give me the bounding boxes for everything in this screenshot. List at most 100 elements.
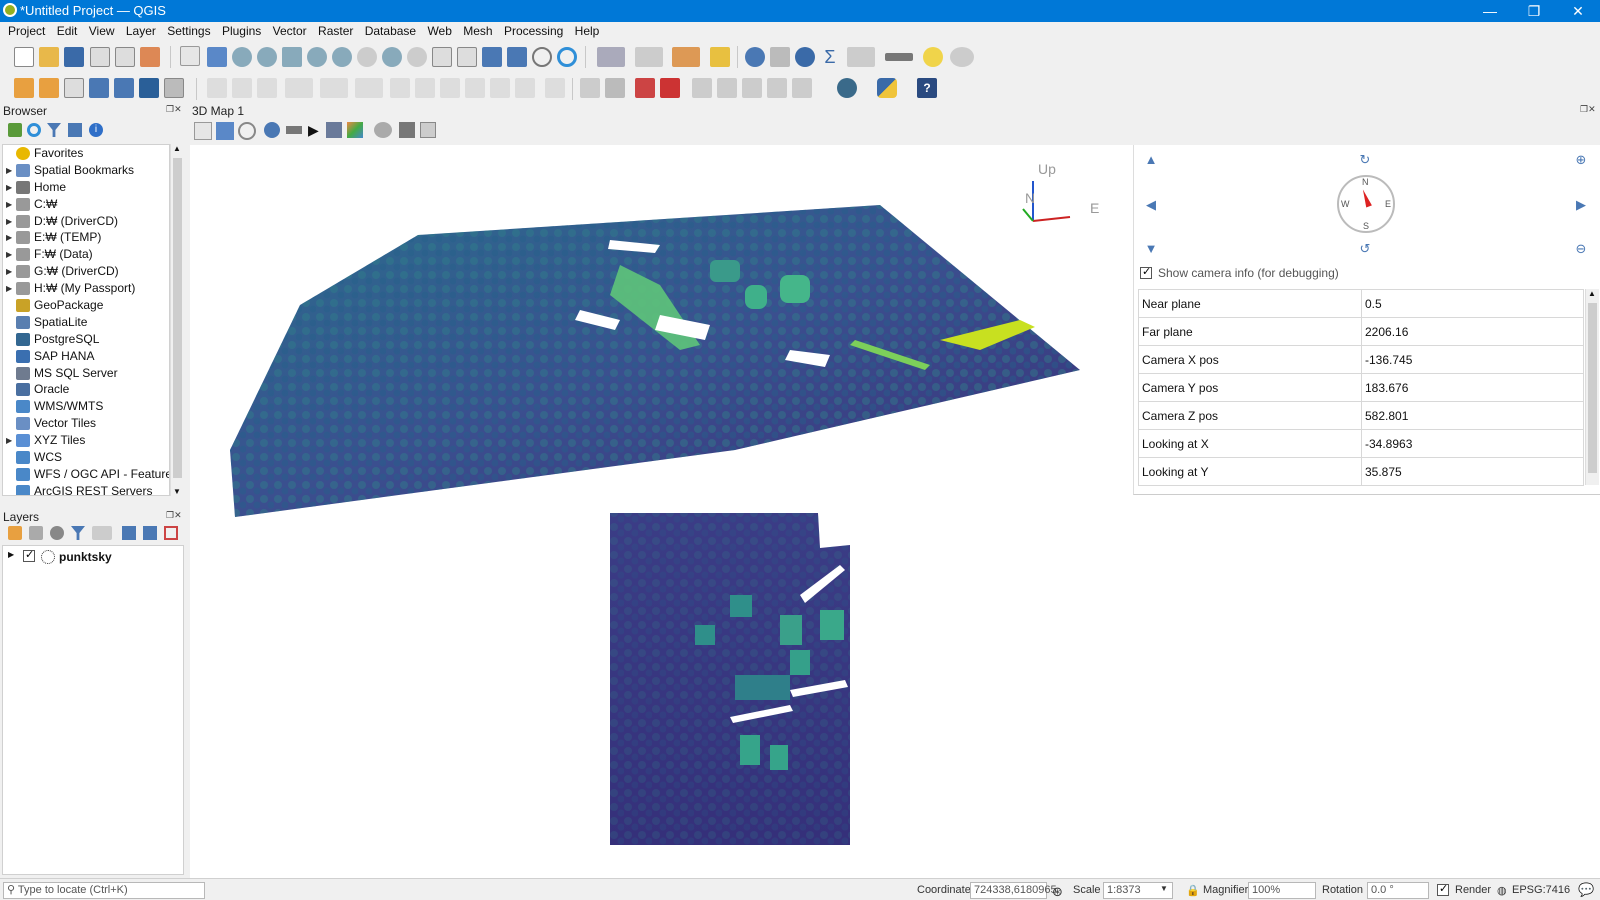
rotate-ccw-icon[interactable]: ↻ — [1358, 153, 1372, 167]
new-temporary-layer-icon[interactable] — [139, 78, 159, 98]
digitize-icon[interactable] — [285, 78, 313, 98]
add-selected-layers-icon[interactable] — [8, 123, 22, 137]
options-wrench-icon[interactable] — [399, 122, 415, 138]
delete-selected-icon[interactable] — [390, 78, 410, 98]
browser-item[interactable]: SpatiaLite — [3, 314, 169, 331]
filter-browser-icon[interactable] — [47, 123, 61, 137]
export-3d-scene-icon[interactable] — [347, 122, 363, 138]
deselect-features-icon[interactable] — [672, 47, 700, 67]
menu-settings[interactable]: Settings — [163, 22, 214, 38]
refresh-icon[interactable] — [557, 47, 577, 67]
label-properties-icon[interactable] — [792, 78, 812, 98]
layer-visibility-checkbox[interactable] — [23, 548, 35, 562]
lock-scale-icon[interactable]: 🔒 — [1186, 884, 1200, 897]
coordinate-field[interactable]: 724338,6180965 — [970, 882, 1057, 899]
manage-map-themes-icon[interactable] — [50, 526, 64, 540]
tilt-up-icon[interactable]: ▲ — [1144, 153, 1158, 167]
zoom-out-icon[interactable] — [257, 47, 277, 67]
locator-search-input[interactable]: ⚲ Type to locate (Ctrl+K) — [3, 882, 205, 899]
layers-panel-float-close-icon[interactable]: ❐✕ — [166, 510, 182, 521]
identify-3d-icon[interactable] — [264, 122, 280, 138]
map3d-float-close-icon[interactable]: ❐✕ — [1580, 104, 1596, 115]
browser-item[interactable]: WFS / OGC API - Features — [3, 466, 169, 483]
menu-project[interactable]: Project — [4, 22, 49, 38]
globe-icon[interactable] — [837, 78, 857, 98]
menu-help[interactable]: Help — [571, 22, 604, 38]
show-hide-labels-icon[interactable] — [660, 78, 680, 98]
style-manager-icon[interactable] — [140, 47, 160, 67]
new-project-icon[interactable] — [14, 47, 34, 67]
paste-features-icon[interactable] — [465, 78, 485, 98]
browser-item[interactable]: ▶ C:₩ — [3, 196, 169, 213]
render-checkbox[interactable] — [1437, 882, 1449, 896]
menu-vector[interactable]: Vector — [269, 22, 311, 38]
menu-layer[interactable]: Layer — [122, 22, 160, 38]
layers-tree[interactable]: ▶ punktsky — [2, 545, 184, 875]
new-spatialite-layer-icon[interactable] — [89, 78, 109, 98]
menu-raster[interactable]: Raster — [314, 22, 357, 38]
zoom-full-icon[interactable] — [282, 47, 302, 67]
add-group-icon[interactable] — [29, 526, 43, 540]
browser-item[interactable]: ▶ H:₩ (My Passport) — [3, 280, 169, 297]
processing-toolbox-icon[interactable] — [795, 47, 815, 67]
camera-control-icon[interactable] — [194, 122, 212, 140]
zoom-last-icon[interactable] — [382, 47, 402, 67]
browser-item[interactable]: ▶ E:₩ (TEMP) — [3, 229, 169, 246]
browser-item[interactable]: SAP HANA — [3, 348, 169, 365]
new-virtual-layer-icon[interactable] — [114, 78, 134, 98]
close-button[interactable]: ✕ — [1556, 0, 1600, 22]
expand-arrow-icon[interactable]: ▶ — [6, 263, 12, 280]
statistics-sigma-icon[interactable]: Σ — [820, 47, 840, 67]
expand-arrow-icon[interactable]: ▶ — [6, 229, 12, 246]
expand-arrow-icon[interactable]: ▶ — [6, 432, 12, 449]
camera-table-scrollbar[interactable]: ▲ — [1585, 289, 1599, 485]
browser-item[interactable]: ▶ F:₩ (Data) — [3, 246, 169, 263]
minimize-button[interactable]: — — [1468, 0, 1512, 22]
move-label-icon[interactable] — [692, 78, 712, 98]
animations-play-icon[interactable]: ▶ — [308, 122, 319, 139]
collapse-all-icon[interactable] — [68, 123, 82, 137]
undo-icon[interactable] — [490, 78, 510, 98]
browser-item[interactable]: Favorites — [3, 145, 169, 162]
menu-plugins[interactable]: Plugins — [218, 22, 265, 38]
pan-icon[interactable] — [180, 46, 200, 66]
browser-item[interactable]: Vector Tiles — [3, 415, 169, 432]
edit-pencil-icon[interactable] — [207, 78, 227, 98]
show-bookmarks-icon[interactable] — [507, 47, 527, 67]
scroll-up-icon[interactable]: ▲ — [1588, 289, 1596, 298]
browser-item[interactable]: ▶ Spatial Bookmarks — [3, 162, 169, 179]
zoom-to-selection-icon[interactable] — [307, 47, 327, 67]
change-label-icon[interactable] — [742, 78, 762, 98]
select-location-icon[interactable] — [710, 47, 730, 67]
map-tips-icon[interactable] — [923, 47, 943, 67]
remove-layer-icon[interactable] — [164, 526, 178, 540]
expand-arrow-icon[interactable]: ▶ — [6, 179, 12, 196]
unpin-label-icon[interactable] — [767, 78, 787, 98]
pan-to-selection-icon[interactable] — [207, 47, 227, 67]
save-edits-icon[interactable] — [257, 78, 277, 98]
add-vector-layer-icon[interactable] — [164, 78, 184, 98]
open-project-icon[interactable] — [39, 47, 59, 67]
redo-icon[interactable] — [515, 78, 535, 98]
python-console-icon[interactable] — [877, 78, 897, 98]
open-field-calculator-icon[interactable] — [847, 47, 875, 67]
select-by-value-icon[interactable] — [635, 47, 663, 67]
menu-web[interactable]: Web — [423, 22, 455, 38]
browser-item[interactable]: ▶ XYZ Tiles — [3, 432, 169, 449]
new-3d-map-icon[interactable] — [457, 47, 477, 67]
diagram-tool-icon[interactable] — [605, 78, 625, 98]
expand-arrow-icon[interactable]: ▶ — [6, 213, 12, 230]
vertex-tool-icon[interactable] — [320, 78, 348, 98]
layout-manager-icon[interactable] — [115, 47, 135, 67]
zoom-out-nav-icon[interactable]: ⊖ — [1574, 242, 1588, 256]
tilt-down-icon[interactable]: ▼ — [1144, 242, 1158, 256]
browser-tree[interactable]: Favorites ▶ Spatial Bookmarks ▶ Home ▶ C:₩ ▶ D:₩… — [2, 144, 170, 496]
browser-item[interactable]: WMS/WMTS — [3, 398, 169, 415]
browser-item[interactable]: PostgreSQL — [3, 331, 169, 348]
cut-features-icon[interactable] — [415, 78, 435, 98]
show-camera-info-checkbox[interactable] — [1140, 265, 1152, 279]
refresh-browser-icon[interactable] — [27, 123, 41, 137]
pin-labels-icon[interactable] — [635, 78, 655, 98]
browser-item[interactable]: Oracle — [3, 381, 169, 398]
rotate-cw-icon[interactable]: ↺ — [1358, 242, 1372, 256]
